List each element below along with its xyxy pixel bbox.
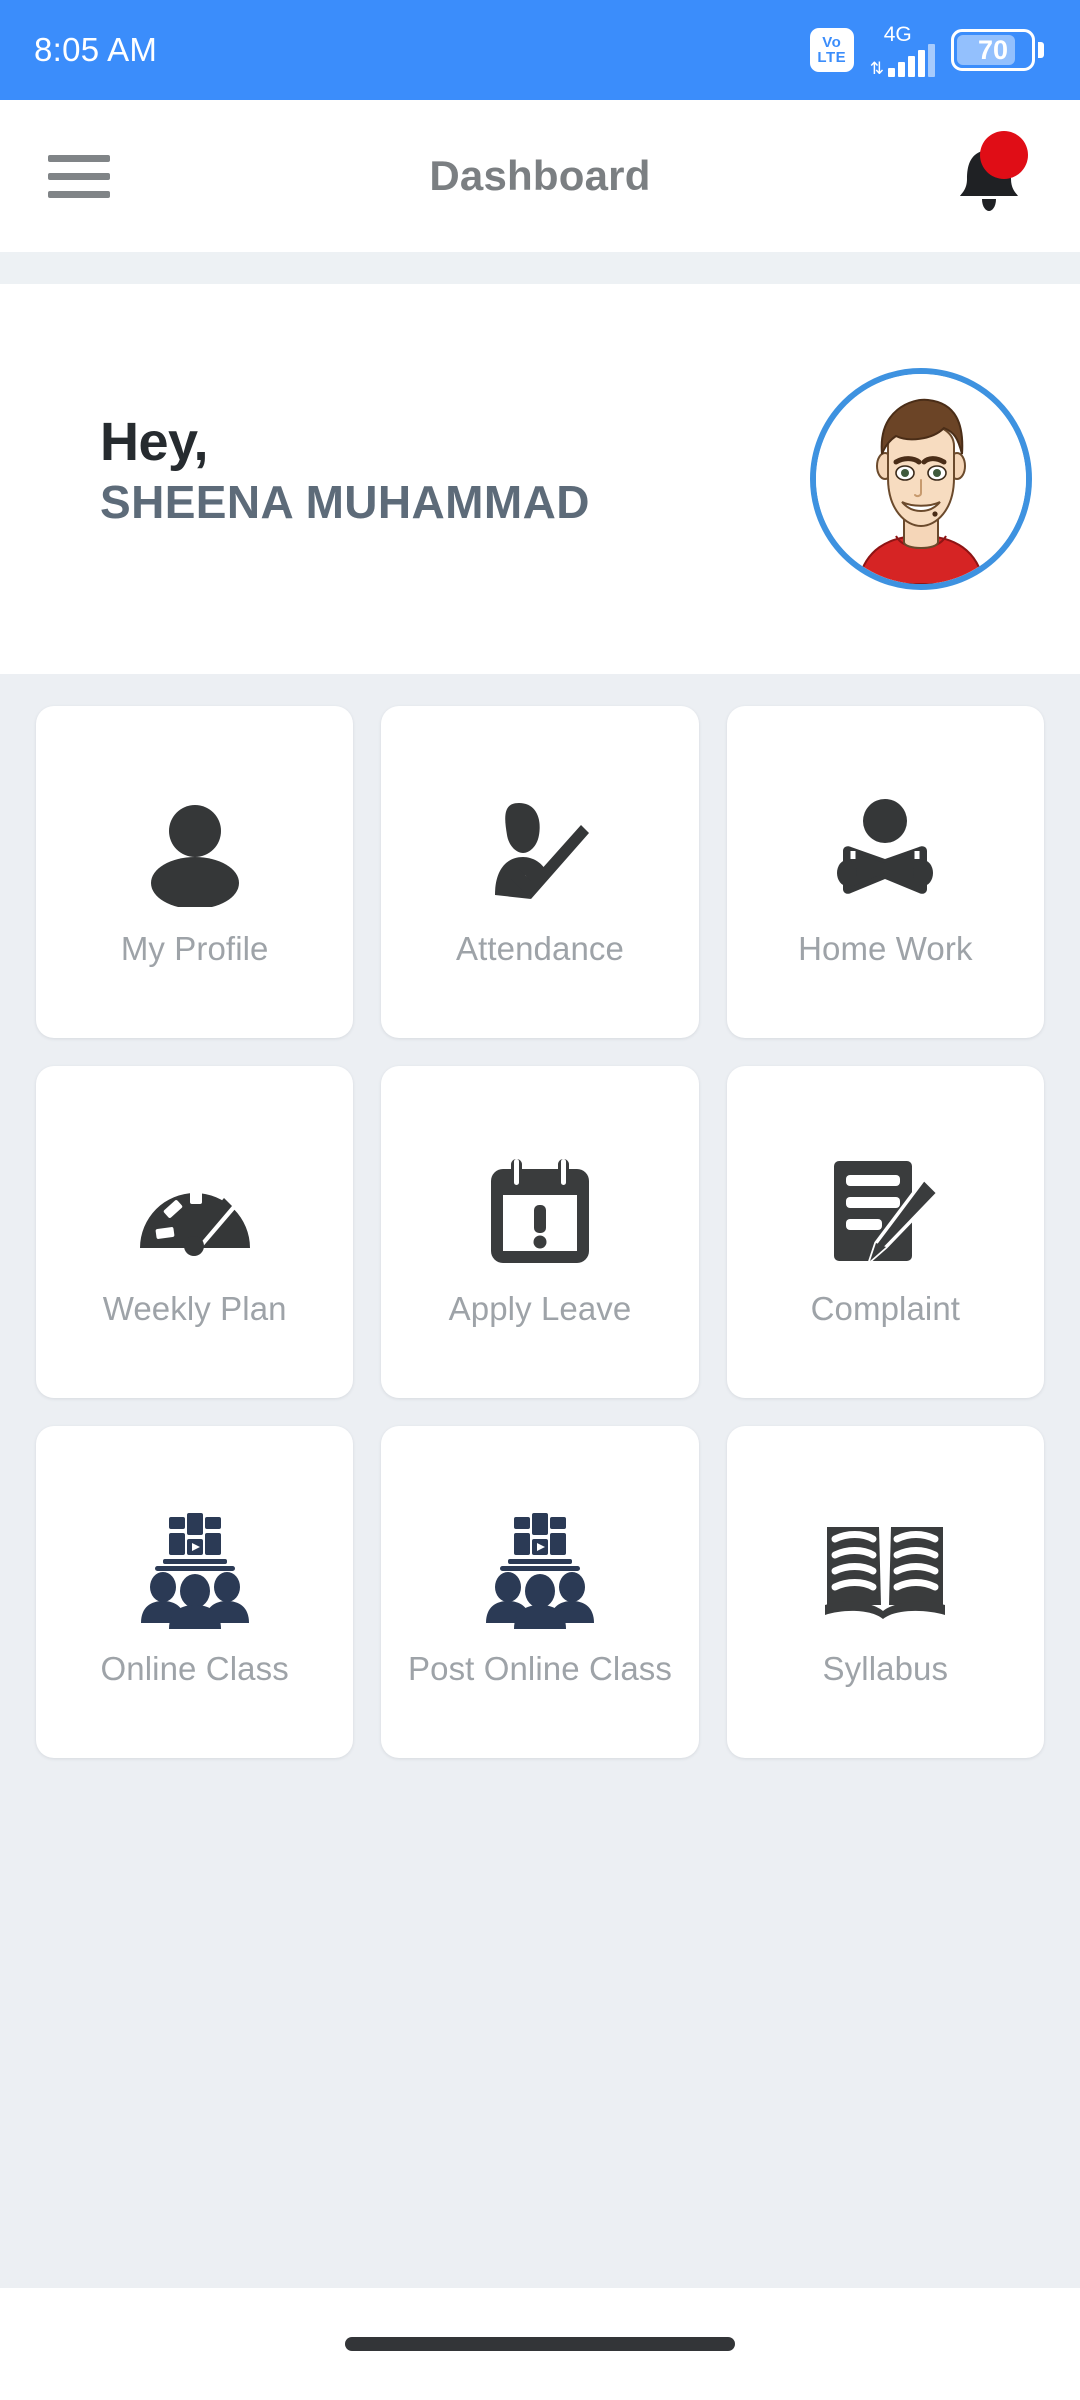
menu-card-label: Apply Leave <box>448 1290 632 1327</box>
greeting-text-block: Hey, SHEENA MUHAMMAD <box>100 411 590 547</box>
notification-badge <box>980 131 1028 179</box>
status-bar-icons: Vo LTE 4G ⇅ 70 <box>809 24 1044 77</box>
app-bar: Dashboard <box>0 100 1080 252</box>
person-icon <box>139 776 251 926</box>
status-bar: 8:05 AM Vo LTE 4G ⇅ 70 <box>0 0 1080 100</box>
menu-card-label: Home Work <box>798 930 973 967</box>
volte-icon: Vo LTE <box>809 28 854 72</box>
battery-level-label: 70 <box>977 34 1009 65</box>
open-book-icon <box>823 1496 947 1646</box>
network-signal-icon: 4G ⇅ <box>870 24 935 77</box>
status-bar-time: 8:05 AM <box>34 31 158 68</box>
menu-card-my-profile[interactable]: My Profile <box>36 706 354 1038</box>
greeting-user-name: SHEENA MUHAMMAD <box>100 476 590 529</box>
menu-card-label: Attendance <box>456 930 624 967</box>
menu-card-post-online-class[interactable]: Post Online Class <box>381 1426 699 1758</box>
menu-card-label: Complaint <box>810 1290 961 1327</box>
menu-grid-section: My Profile Attendance Home Work Weekly P… <box>0 674 1080 1758</box>
menu-card-attendance[interactable]: Attendance <box>381 706 699 1038</box>
menu-card-label: Syllabus <box>822 1650 949 1687</box>
menu-card-label: Online Class <box>100 1650 289 1687</box>
person-reading-book-icon <box>829 776 941 926</box>
menu-card-syllabus[interactable]: Syllabus <box>726 1426 1044 1758</box>
notification-bell-button[interactable] <box>954 131 1028 217</box>
data-arrows-icon: ⇅ <box>869 58 884 78</box>
document-pencil-icon <box>828 1136 942 1286</box>
phone-screen: 8:05 AM Vo LTE 4G ⇅ 70 Dashboard Hey, SH… <box>0 0 1080 2400</box>
menu-card-label: Post Online Class <box>408 1650 672 1687</box>
speedometer-gauge-icon <box>136 1136 254 1286</box>
greeting-salutation: Hey, <box>100 412 209 473</box>
menu-card-online-class[interactable]: Online Class <box>36 1426 354 1758</box>
page-title: Dashboard <box>429 152 651 199</box>
volte-label-top: Vo <box>822 34 842 51</box>
menu-grid: My Profile Attendance Home Work Weekly P… <box>36 706 1044 1758</box>
online-class-people-icon <box>125 1496 265 1646</box>
menu-card-home-work[interactable]: Home Work <box>726 706 1044 1038</box>
battery-icon: 70 <box>951 29 1044 71</box>
person-check-icon <box>481 776 599 926</box>
online-class-people-icon <box>470 1496 610 1646</box>
greeting-section: Hey, SHEENA MUHAMMAD <box>0 284 1080 674</box>
menu-card-weekly-plan[interactable]: Weekly Plan <box>36 1066 354 1398</box>
hamburger-menu-icon[interactable] <box>48 154 110 198</box>
home-gesture-pill[interactable] <box>345 2337 735 2351</box>
system-navigation-bar <box>0 2288 1080 2400</box>
signal-bars-icon: ⇅ <box>869 43 935 78</box>
section-divider <box>0 252 1080 284</box>
menu-card-label: My Profile <box>120 930 269 967</box>
network-type-label: 4G <box>883 22 912 46</box>
user-avatar-illustration <box>816 374 1026 584</box>
menu-card-apply-leave[interactable]: Apply Leave <box>381 1066 699 1398</box>
volte-label-bottom: LTE <box>817 49 847 66</box>
menu-card-label: Weekly Plan <box>102 1290 287 1327</box>
user-avatar[interactable] <box>810 368 1032 590</box>
calendar-alert-icon <box>485 1136 595 1286</box>
menu-card-complaint[interactable]: Complaint <box>726 1066 1044 1398</box>
